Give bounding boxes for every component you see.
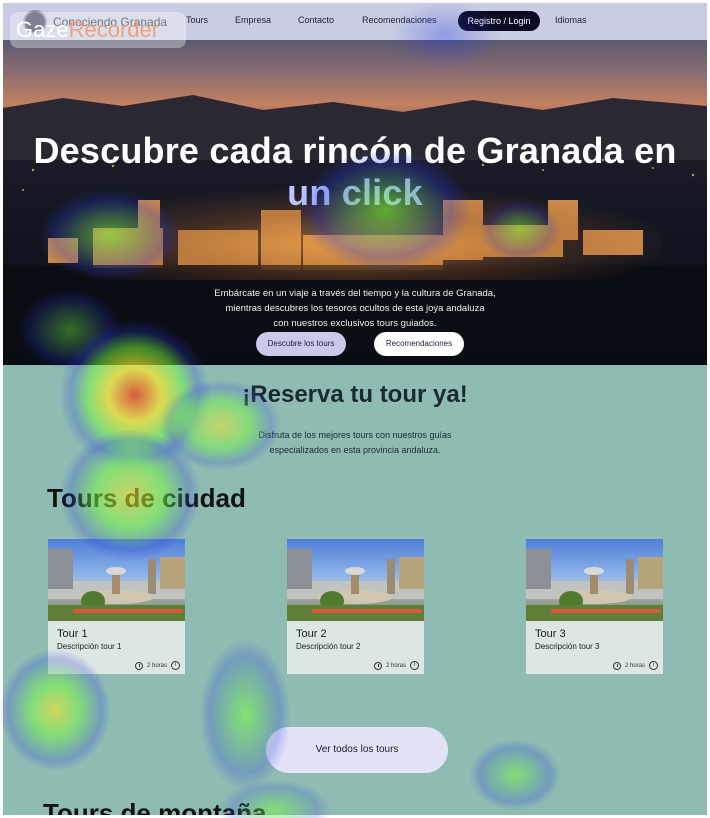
nav-item-recomendaciones[interactable]: Recomendaciones [362,15,437,25]
hero-title-line2: un click [287,172,423,213]
tour-card-3[interactable]: Tour 3 Descripción tour 3 2 horas i [526,539,663,674]
watermark-part2: Recorder [68,17,160,42]
nav-item-contacto[interactable]: Contacto [298,15,334,25]
tour-card-image [287,539,424,621]
tour-card-title: Tour 2 [296,628,327,640]
watermark-part1: Gaze [16,17,69,42]
tour-card-description: Descripción tour 2 [296,642,361,651]
gazerecorder-watermark: GazeRecorder [10,12,186,48]
hero-subtitle-line1: Embárcate en un viaje a través del tiemp… [214,288,496,299]
hero-section: Descubre cada rincón de Granada en un cl… [3,40,707,365]
watermark-text: GazeRecorder [16,16,159,44]
hero-title-line1: Descubre cada rincón de Granada en [33,130,677,171]
tour-duration: 2 horas [624,662,645,669]
info-icon[interactable]: i [171,661,180,670]
tour-duration: 2 horas [146,662,167,669]
tour-card-2[interactable]: Tour 2 Descripción tour 2 2 horas i [287,539,424,674]
tour-card-meta: 2 horas i [134,661,180,670]
tour-card-description: Descripción tour 3 [535,642,600,651]
tour-card-title: Tour 3 [535,628,566,640]
reserva-text-line2: especializados en esta provincia andaluz… [269,445,441,455]
mountain-tours-title: Tours de montaña [43,798,267,815]
discover-tours-button[interactable]: Descubre los tours [256,332,346,356]
hero-subtitle-line2: mientras descubres los tesoros ocultos d… [225,303,485,314]
all-tours-button[interactable]: Ver todos los tours [266,727,448,773]
reserva-text: Disfruta de los mejores tours con nuestr… [223,428,487,458]
tour-card-description: Descripción tour 1 [57,642,122,651]
recommendations-button[interactable]: Recomendaciones [374,332,464,356]
clock-icon [373,661,382,670]
hero-subtitle: Embárcate en un viaje a través del tiemp… [163,286,547,331]
hero-subtitle-line3: con nuestros exclusivos tours guiados. [273,318,437,329]
clock-icon [612,661,621,670]
info-icon[interactable]: i [649,661,658,670]
hero-title: Descubre cada rincón de Granada en un cl… [3,130,707,214]
tour-card-image [48,539,185,621]
tour-card-meta: 2 horas i [612,661,658,670]
login-button[interactable]: Registro / Login [458,11,540,31]
page-frame: Conociendo Granada Tours Empresa Contact… [3,3,707,815]
tour-card-meta: 2 horas i [373,661,419,670]
reserva-text-line1: Disfruta de los mejores tours con nuestr… [258,430,452,440]
reserva-title: ¡Reserva tu tour ya! [242,381,468,408]
tour-card-image [526,539,663,621]
tour-card-1[interactable]: Tour 1 Descripción tour 1 2 horas i [48,539,185,674]
info-icon[interactable]: i [410,661,419,670]
city-tours-title: Tours de ciudad [47,483,246,513]
nav-item-idiomas[interactable]: Idiomas [555,15,587,25]
nav-item-tours[interactable]: Tours [186,15,208,25]
tour-card-title: Tour 1 [57,628,88,640]
nav-item-empresa[interactable]: Empresa [235,15,271,25]
tour-duration: 2 horas [385,662,406,669]
clock-icon [134,661,143,670]
